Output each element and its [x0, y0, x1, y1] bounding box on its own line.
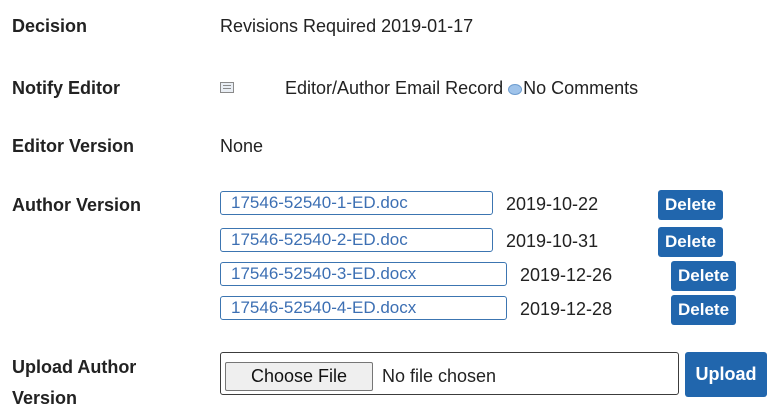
- mail-icon[interactable]: [220, 82, 234, 93]
- author-file-date: 2019-12-26: [520, 265, 613, 285]
- speech-bubble-icon[interactable]: [508, 84, 523, 95]
- author-file-link[interactable]: 17546-52540-1-ED.doc: [220, 191, 493, 215]
- delete-file-button[interactable]: Delete: [671, 261, 737, 291]
- delete-file-button[interactable]: Delete: [671, 295, 737, 325]
- delete-file-button[interactable]: Delete: [658, 227, 724, 257]
- author-file-date: 2019-10-22: [506, 194, 599, 214]
- upload-button[interactable]: Upload: [685, 352, 767, 397]
- author-file-link[interactable]: 17546-52540-3-ED.docx: [220, 262, 507, 286]
- author-file-date: 2019-10-31: [506, 231, 599, 251]
- decision-label: Decision: [12, 16, 88, 36]
- author-file-link[interactable]: 17546-52540-2-ED.doc: [220, 228, 493, 252]
- author-version-label: Author Version: [12, 195, 142, 215]
- comments-link[interactable]: No Comments: [523, 78, 638, 98]
- author-file-link[interactable]: 17546-52540-4-ED.docx: [220, 296, 507, 320]
- choose-file-button[interactable]: Choose File: [225, 362, 373, 391]
- no-file-chosen-text: No file chosen: [382, 366, 497, 386]
- editor-version-value: None: [220, 136, 264, 156]
- upload-author-label-line2: Version: [12, 388, 78, 408]
- delete-file-button[interactable]: Delete: [658, 190, 724, 220]
- editor-version-label: Editor Version: [12, 136, 135, 156]
- upload-author-label-line1: Upload Author: [12, 357, 137, 377]
- decision-value: Revisions Required 2019-01-17: [220, 16, 474, 36]
- email-record-link[interactable]: Editor/Author Email Record: [285, 78, 503, 98]
- notify-editor-info: Editor/Author Email Record No Comments: [285, 78, 638, 99]
- notify-editor-label: Notify Editor: [12, 78, 120, 98]
- author-file-date: 2019-12-28: [520, 299, 613, 319]
